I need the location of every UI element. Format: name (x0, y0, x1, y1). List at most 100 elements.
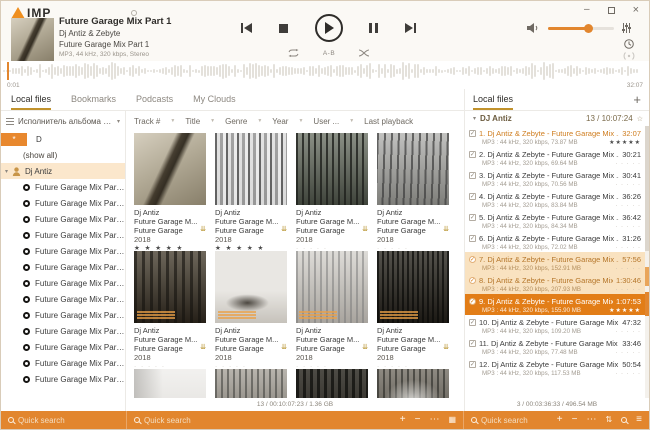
playlist-item[interactable]: ✓ 3. Dj Antiz & Zebyte - Future Garage M… (465, 168, 649, 189)
more-options-button[interactable]: ⋯ (429, 415, 439, 425)
card-expander-icon[interactable]: ⇊ (362, 226, 368, 235)
tree-item-album[interactable]: Future Garage Mix Part 9 (1, 291, 125, 307)
album-cover-image[interactable] (134, 133, 206, 205)
album-card[interactable]: Dj Antiz Future Garage M... Future Garag… (215, 133, 287, 251)
item-checkbox[interactable]: ✓ (469, 172, 476, 179)
item-checkbox[interactable]: ✓ (469, 214, 476, 221)
item-checkbox[interactable]: ✓ (469, 298, 476, 305)
tree-item-album[interactable]: Future Garage Mix Part 3 (1, 211, 125, 227)
item-rating[interactable]: · · · · · (615, 161, 641, 167)
album-cover-image[interactable] (296, 369, 368, 398)
stop-button[interactable] (279, 24, 288, 33)
tree-item-album[interactable]: Future Garage Mix Part 6 (1, 243, 125, 259)
repeat-icon[interactable] (288, 49, 299, 57)
item-checkbox[interactable]: ✓ (469, 319, 476, 326)
playlist-item[interactable]: ✓ 10. Dj Antiz & Zebyte - Future Garage … (465, 315, 649, 336)
card-expander-icon[interactable]: ⇊ (443, 226, 449, 235)
tab[interactable]: Bookmarks (71, 89, 116, 110)
playlist-tab-local-files[interactable]: Local files (473, 89, 513, 110)
item-rating[interactable]: · · · · · (615, 287, 641, 293)
item-checkbox[interactable]: ✓ (469, 151, 476, 158)
tab[interactable]: My Clouds (193, 89, 236, 110)
album-card[interactable]: Dj Antiz Future Garage M... Future Garag… (296, 133, 368, 251)
item-checkbox[interactable]: ✓ (469, 256, 476, 263)
item-rating[interactable]: · · · · · (615, 371, 641, 377)
item-rating[interactable]: · · · · · (615, 350, 641, 356)
album-cover-image[interactable] (215, 251, 287, 323)
tree-item-album[interactable]: Future Garage Mix Part 1 (1, 179, 125, 195)
quick-search-input[interactable]: Quick search (481, 416, 528, 425)
item-checkbox[interactable]: ✓ (469, 277, 476, 284)
shuffle-icon[interactable] (359, 49, 369, 57)
playlist-menu-button[interactable]: ≡ (636, 415, 642, 425)
album-card[interactable]: Dj Antiz Future Garage M... Future Garag… (215, 369, 287, 398)
tab[interactable]: Local files (11, 89, 51, 110)
add-button[interactable]: + (557, 415, 563, 425)
album-cover-image[interactable] (377, 251, 449, 323)
column-header[interactable]: Track # ▼ (134, 117, 185, 126)
tree-item-album[interactable]: Future Garage Mix Part 10 (1, 307, 125, 323)
item-checkbox[interactable]: ✓ (469, 235, 476, 242)
play-button[interactable] (315, 14, 343, 42)
album-cover-image[interactable] (134, 251, 206, 323)
tree-item-artist[interactable]: ▾ Dj Antiz (1, 163, 125, 179)
remove-button[interactable]: − (572, 415, 578, 425)
tree-item-album[interactable]: Future Garage Mix Part 7 (1, 259, 125, 275)
volume-knob[interactable] (584, 24, 593, 33)
playlist-item[interactable]: ✓ 11. Dj Antiz & Zebyte - Future Garage … (465, 336, 649, 357)
filter-icon[interactable]: ▼ (257, 118, 262, 124)
album-cover-image[interactable] (215, 369, 287, 398)
minimize-button[interactable]: – (584, 5, 590, 15)
playlist-item[interactable]: ✓ 7. Dj Antiz & Zebyte - Future Garage M… (465, 252, 649, 273)
tree-item-album[interactable]: Future Garage Mix Part 4 (1, 227, 125, 243)
filter-icon[interactable]: ▼ (170, 118, 175, 124)
tree-expander-icon[interactable]: ▾ (5, 168, 8, 175)
item-rating[interactable]: · · · · · (615, 329, 641, 335)
album-cover-image[interactable] (296, 251, 368, 323)
column-header[interactable]: Last playback (364, 117, 433, 126)
playlist-item[interactable]: ✓ 8. Dj Antiz & Zebyte - Future Garage M… (465, 273, 649, 294)
item-checkbox[interactable]: ✓ (469, 361, 476, 368)
filter-icon[interactable]: ▼ (349, 118, 354, 124)
item-rating[interactable]: · · · · · (615, 203, 641, 209)
item-rating[interactable]: · · · · · (615, 245, 641, 251)
waveform-bars[interactable] (3, 61, 647, 81)
album-cover-image[interactable] (296, 133, 368, 205)
close-button[interactable]: × (633, 5, 639, 15)
scrollbar-thumb[interactable] (645, 126, 649, 251)
card-expander-icon[interactable]: ⇊ (200, 226, 206, 235)
tree-item-album[interactable]: Future Garage Mix Part 8 (1, 275, 125, 291)
album-card[interactable]: Dj Antiz Future Garage M... Future Garag… (377, 369, 449, 398)
card-expander-icon[interactable]: ⇊ (281, 226, 287, 235)
item-rating[interactable]: ★★★★★ (609, 307, 641, 314)
album-card[interactable]: Dj Antiz Future Garage M... Future Garag… (134, 369, 206, 398)
playlist-item[interactable]: ✓ 5. Dj Antiz & Zebyte - Future Garage M… (465, 210, 649, 231)
card-expander-icon[interactable]: ⇊ (443, 344, 449, 353)
playlist-item[interactable]: ✓ 1. Dj Antiz & Zebyte - Future Garage M… (465, 126, 649, 147)
tree-item-album[interactable]: Future Garage Mix Part 2 (1, 195, 125, 211)
group-collapse-icon[interactable]: ▾ (473, 115, 476, 122)
playback-position-cursor[interactable] (7, 62, 9, 80)
sort-button[interactable]: ⇅ (605, 415, 612, 425)
tree-item-show-all[interactable]: (show all) (1, 147, 125, 163)
album-cover-image[interactable] (377, 369, 449, 398)
sleep-timer-icon[interactable] (624, 39, 634, 49)
album-card[interactable]: Dj Antiz Future Garage M... Future Garag… (215, 251, 287, 369)
playlist-scrollbar[interactable] (645, 126, 649, 398)
equalizer-icon[interactable] (622, 23, 631, 33)
add-button[interactable]: + (400, 415, 406, 425)
playlist-group-header[interactable]: ▾ DJ Antiz 13 / 10:07:24 ☆ (465, 111, 649, 126)
album-card[interactable]: Dj Antiz Future Garage M... Future Garag… (134, 133, 206, 251)
album-card[interactable]: Dj Antiz Future Garage M... Future Garag… (377, 251, 449, 369)
album-card[interactable]: Dj Antiz Future Garage M... Future Garag… (296, 251, 368, 369)
current-letter[interactable]: D (36, 135, 42, 144)
item-rating[interactable]: · · · · · (615, 224, 641, 230)
tree-item-album[interactable]: Future Garage Mix Part 13 (1, 339, 125, 355)
card-expander-icon[interactable]: ⇊ (281, 344, 287, 353)
album-card[interactable]: Dj Antiz Future Garage M... Future Garag… (377, 133, 449, 251)
tree-item-album[interactable]: Future Garage Mix Part 14 (1, 355, 125, 371)
playlist-item[interactable]: ✓ 4. Dj Antiz & Zebyte - Future Garage M… (465, 189, 649, 210)
tree-item-album[interactable]: Future Garage Mix Part 15 (1, 371, 125, 387)
album-cover-image[interactable] (215, 133, 287, 205)
item-checkbox[interactable]: ✓ (469, 193, 476, 200)
